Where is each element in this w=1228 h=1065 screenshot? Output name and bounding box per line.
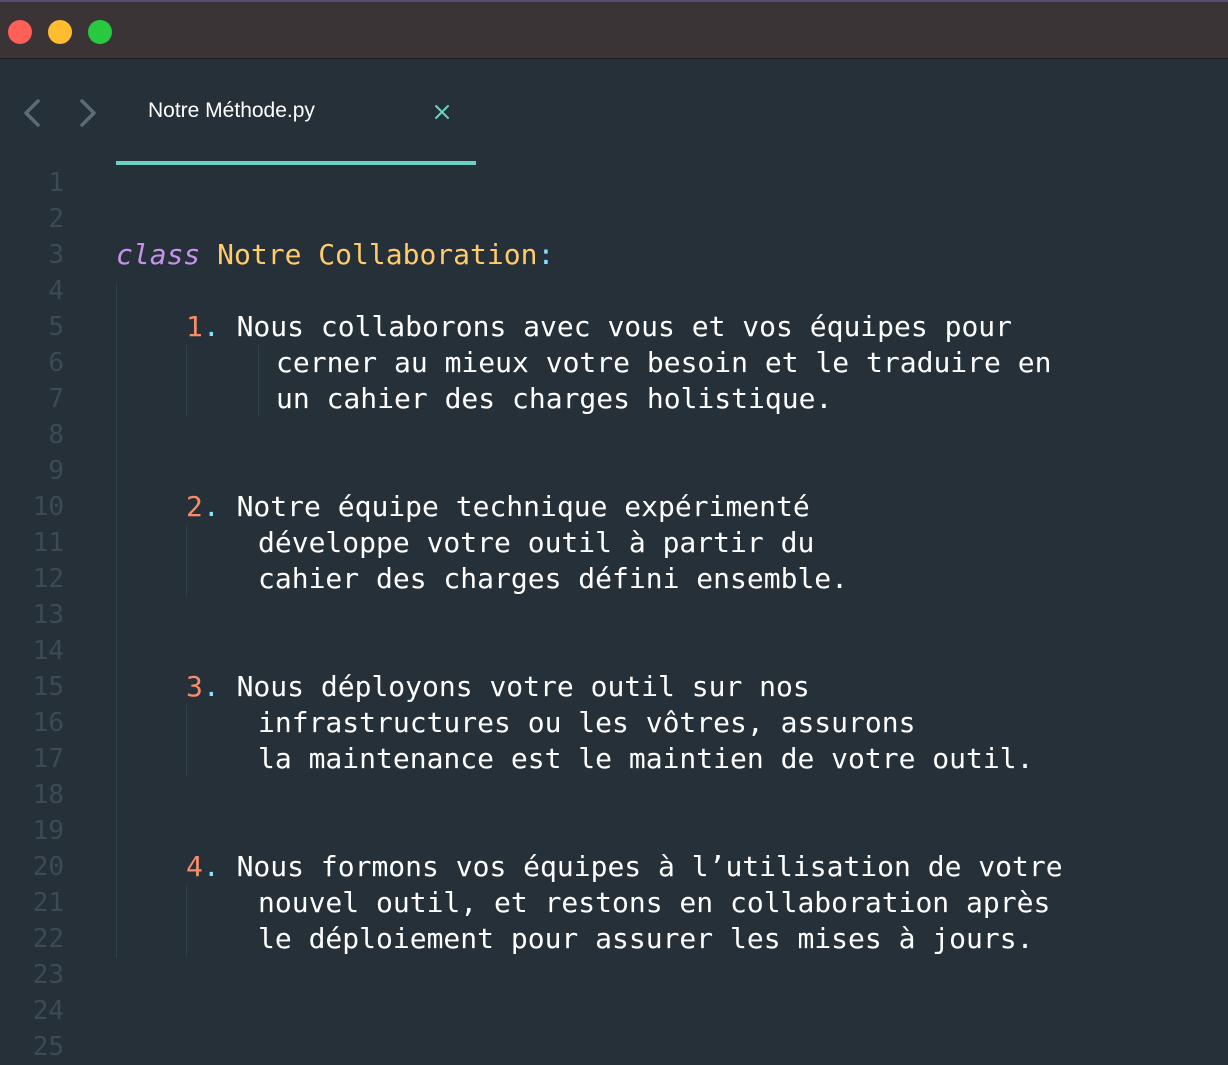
item-text: un cahier des charges holistique.: [276, 382, 833, 415]
tab-title: Notre Méthode.py: [148, 99, 315, 122]
line-number: 10: [32, 492, 64, 522]
line-number: 17: [32, 744, 64, 774]
line-number: 7: [48, 384, 64, 414]
line-number: 19: [32, 816, 64, 846]
line-number: 23: [32, 960, 64, 990]
window-minimize-button[interactable]: [48, 20, 72, 44]
line-number: 16: [32, 708, 64, 738]
line-number: 1: [48, 168, 64, 198]
line-number: 18: [32, 780, 64, 810]
line-number: 6: [48, 348, 64, 378]
line-number: 5: [48, 312, 64, 342]
indent-guide: [116, 283, 117, 958]
list-item-line: 1. Nous collaborons avec vous et vos équ…: [186, 309, 1012, 345]
list-item-line: 2. Notre équipe technique expérimenté: [186, 489, 810, 525]
colon: :: [537, 238, 555, 271]
item-text: la maintenance est le maintien de votre …: [258, 742, 1034, 775]
item-number: 3: [186, 670, 203, 703]
indent-guide: [186, 525, 187, 597]
line-number: 12: [32, 564, 64, 594]
tab-notre-methode[interactable]: Notre Méthode.py: [116, 78, 476, 166]
item-text: cahier des charges défini ensemble.: [258, 562, 849, 595]
line-number: 9: [48, 456, 64, 486]
item-text: Nous déployons votre outil sur nos: [236, 670, 810, 703]
item-dot: .: [202, 490, 220, 523]
list-item-line: 4. Nous formons vos équipes à l’utilisat…: [186, 849, 1063, 885]
item-text: Nous formons vos équipes à l’utilisation…: [236, 850, 1063, 883]
line-number: 15: [32, 672, 64, 702]
item-number: 2: [186, 490, 203, 523]
item-number: 4: [186, 850, 203, 883]
line-number: 8: [48, 420, 64, 450]
class-declaration: class Notre Collaboration:: [116, 237, 554, 273]
line-number: 13: [32, 600, 64, 630]
item-dot: .: [202, 850, 220, 883]
line-number: 4: [48, 276, 64, 306]
item-text: nouvel outil, et restons en collaboratio…: [258, 886, 1051, 919]
keyword: class: [116, 238, 201, 271]
chevron-left-icon: [24, 99, 40, 127]
indent-guide: [186, 885, 187, 957]
window-zoom-button[interactable]: [88, 20, 112, 44]
tab-close-button[interactable]: [433, 103, 451, 121]
line-number: 20: [32, 852, 64, 882]
line-number: 25: [32, 1032, 64, 1062]
item-text: Nous collaborons avec vous et vos équipe…: [236, 310, 1013, 343]
item-text: cerner au mieux votre besoin et le tradu…: [276, 346, 1052, 379]
active-tab-indicator: [116, 161, 476, 165]
item-text: le déploiement pour assurer les mises à …: [258, 922, 1034, 955]
item-dot: .: [202, 310, 220, 343]
window-close-button[interactable]: [8, 20, 32, 44]
class-name: Notre Collaboration: [217, 238, 538, 271]
item-dot: .: [202, 670, 220, 703]
close-icon: [435, 105, 449, 119]
window-titlebar: [0, 0, 1228, 59]
item-text: Notre équipe technique expérimenté: [236, 490, 810, 523]
line-number: 14: [32, 636, 64, 666]
indent-guide: [186, 705, 187, 777]
line-number: 24: [32, 996, 64, 1026]
forward-button[interactable]: [74, 97, 102, 129]
line-number: 3: [48, 240, 64, 270]
line-number: 21: [32, 888, 64, 918]
back-button[interactable]: [20, 97, 48, 129]
line-number: 22: [32, 924, 64, 954]
item-text: infrastructures ou les vôtres, assurons: [258, 706, 916, 739]
line-number: 2: [48, 204, 64, 234]
indent-guide: [258, 345, 259, 417]
indent-guide: [186, 345, 187, 417]
item-number: 1: [186, 310, 203, 343]
list-item-line: 3. Nous déployons votre outil sur nos: [186, 669, 810, 705]
line-number: 11: [32, 528, 64, 558]
chevron-right-icon: [80, 99, 96, 127]
item-text: développe votre outil à partir du: [258, 526, 815, 559]
